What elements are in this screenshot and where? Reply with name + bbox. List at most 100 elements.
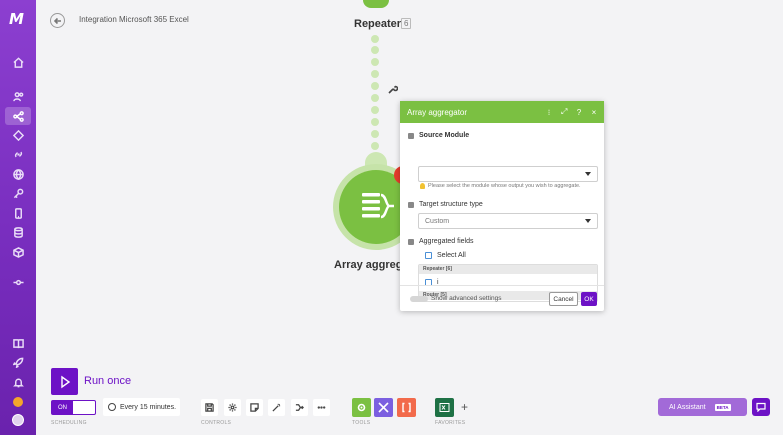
notes-button[interactable]	[246, 399, 263, 416]
docs-icon[interactable]	[8, 335, 28, 351]
run-once-label[interactable]: Run once	[84, 375, 131, 387]
sidebar: M	[0, 0, 36, 435]
user-avatar[interactable]	[12, 414, 24, 426]
array-aggregator-icon	[362, 193, 394, 219]
arrow-left-icon	[53, 17, 61, 24]
aggregated-fields-label: Aggregated fields	[408, 238, 473, 245]
cancel-button[interactable]: Cancel	[549, 292, 578, 306]
excel-favorite-button[interactable]	[435, 398, 454, 417]
ok-button[interactable]: OK	[581, 292, 597, 306]
source-module-select[interactable]	[418, 166, 598, 182]
webhooks-icon[interactable]	[8, 166, 28, 182]
magic-wand-icon	[272, 403, 281, 412]
field-toggle-icon[interactable]	[408, 132, 414, 139]
templates-icon[interactable]	[8, 127, 28, 143]
brackets-icon	[402, 402, 411, 413]
save-icon	[205, 403, 214, 412]
lightbulb-icon	[420, 183, 425, 189]
rocket-icon[interactable]	[8, 354, 28, 370]
gear-icon	[357, 403, 366, 412]
connector-dot	[371, 118, 379, 126]
ai-assistant-button[interactable]: AI Assistant BETA	[658, 398, 747, 416]
target-structure-label: Target structure type	[408, 201, 483, 208]
source-module-label: Source Module	[408, 132, 469, 139]
select-all-checkbox[interactable]: Select All	[425, 252, 466, 259]
chat-icon	[756, 402, 766, 412]
chevron-down-icon	[585, 172, 591, 176]
gear-icon	[228, 403, 237, 412]
close-icon[interactable]: ×	[591, 108, 597, 117]
auto-align-button[interactable]	[268, 399, 285, 416]
more-dots-icon	[317, 406, 326, 409]
field-toggle-icon[interactable]	[408, 238, 414, 245]
dialog-title: Array aggregator	[407, 107, 468, 117]
field-group-header: Repeater [6]	[419, 265, 597, 274]
dialog-header[interactable]: Array aggregator ⁝ ⤢ ? ×	[400, 101, 604, 123]
scheduling-toggle[interactable]: ON	[51, 400, 96, 415]
connector-dot	[371, 46, 379, 54]
connector-dot	[371, 35, 379, 43]
checkbox-icon[interactable]	[425, 252, 432, 259]
excel-icon	[439, 403, 450, 412]
dialog-footer: Show advanced settings Cancel OK	[400, 285, 604, 311]
home-icon[interactable]	[8, 54, 28, 70]
more-options-icon[interactable]: ⁝	[546, 108, 552, 117]
source-module-hint: Please select the module whose output yo…	[420, 183, 581, 189]
flow-icon	[295, 404, 304, 411]
help-icon[interactable]: ?	[576, 108, 582, 117]
chevron-down-icon	[585, 219, 591, 223]
repeater-label: Repeater	[354, 18, 402, 30]
connector-dot	[371, 130, 379, 138]
scenario-title[interactable]: Integration Microsoft 365 Excel	[79, 15, 189, 24]
aggregator-label: Array aggregator	[334, 259, 402, 271]
play-icon	[60, 375, 70, 388]
favorites-section-label: FAVORITES	[435, 420, 466, 426]
datastructures-icon[interactable]	[8, 244, 28, 260]
save-button[interactable]	[201, 399, 218, 416]
keys-icon[interactable]	[8, 185, 28, 201]
advanced-settings-toggle[interactable]	[410, 296, 428, 302]
add-favorite-icon[interactable]: +	[461, 400, 468, 414]
scheduling-on-label: ON	[52, 401, 73, 414]
explain-flow-button[interactable]	[291, 399, 308, 416]
flow-tools-button[interactable]	[352, 398, 371, 417]
tools-button[interactable]	[374, 398, 393, 417]
connections-icon[interactable]	[8, 146, 28, 162]
clock-icon	[108, 403, 116, 411]
settings-button[interactable]	[224, 399, 241, 416]
connector-dot	[371, 70, 379, 78]
advanced-settings-label[interactable]: Show advanced settings	[431, 295, 501, 302]
back-button[interactable]	[50, 13, 65, 28]
connector-dot	[371, 142, 379, 150]
beta-badge: BETA	[714, 403, 731, 411]
connector-dot	[371, 94, 379, 102]
connector-dot	[371, 58, 379, 66]
flow-control-icon[interactable]	[8, 274, 28, 290]
team-icon[interactable]	[8, 88, 28, 104]
repeater-badge: 6	[401, 18, 412, 29]
run-once-button[interactable]	[51, 368, 78, 395]
target-structure-select[interactable]: Custom	[418, 213, 598, 229]
module-settings-dialog: Array aggregator ⁝ ⤢ ? × Source Module P…	[400, 101, 604, 311]
help-icon[interactable]	[13, 397, 23, 407]
devices-icon[interactable]	[8, 205, 28, 221]
make-logo[interactable]: M	[9, 10, 27, 28]
schedule-interval-button[interactable]: Every 15 minutes.	[103, 398, 180, 416]
text-parser-button[interactable]	[397, 398, 416, 417]
scenarios-icon[interactable]	[5, 107, 31, 125]
more-button[interactable]	[313, 399, 330, 416]
field-toggle-icon[interactable]	[408, 201, 414, 208]
connector-dot	[371, 82, 379, 90]
wrench-icon[interactable]	[388, 81, 399, 94]
note-icon	[250, 403, 259, 412]
scheduling-section-label: SCHEDULING	[51, 420, 87, 426]
repeater-module[interactable]	[363, 0, 389, 8]
connector-dot	[371, 106, 379, 114]
expand-icon[interactable]: ⤢	[561, 107, 567, 117]
controls-section-label: CONTROLS	[201, 420, 232, 426]
notifications-icon[interactable]	[8, 374, 28, 390]
tools-section-label: TOOLS	[352, 420, 371, 426]
datastores-icon[interactable]	[8, 224, 28, 240]
chat-button[interactable]	[752, 398, 770, 416]
tools-icon	[378, 402, 389, 413]
